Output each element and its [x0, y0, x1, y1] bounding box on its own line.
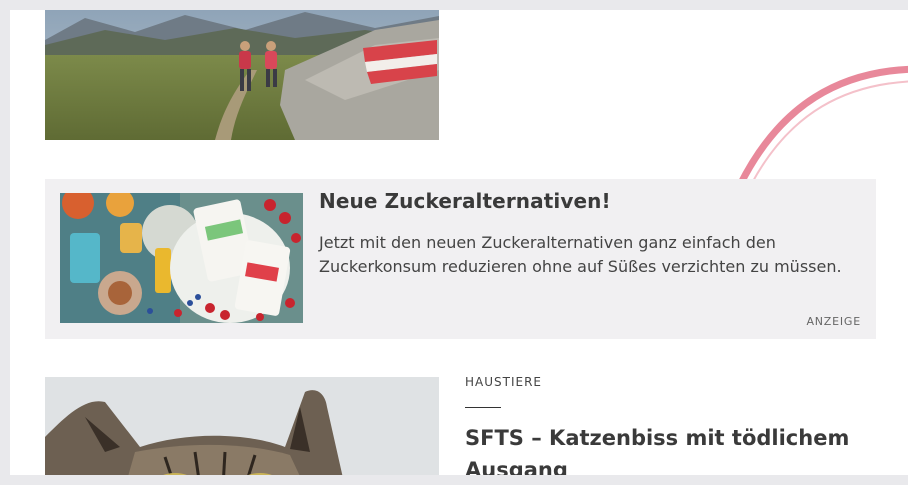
ad-label: ANZEIGE	[806, 315, 861, 328]
curved-arrow-icon	[736, 65, 908, 189]
hiking-photo	[45, 10, 439, 140]
ad-description[interactable]: Jetzt mit den neuen Zuckeralternativen g…	[319, 231, 859, 279]
article-image[interactable]	[45, 377, 439, 475]
page: Neue Zuckeralternativen! Jetzt mit den n…	[10, 10, 908, 475]
cat-photo	[45, 377, 439, 475]
article-title[interactable]: SFTS – Katzenbiss mit tödlichem Ausgang	[465, 422, 885, 475]
hiking-teaser-image[interactable]	[45, 10, 439, 140]
article-category[interactable]: HAUSTIERE	[465, 375, 542, 389]
sponsored-ad-card[interactable]: Neue Zuckeralternativen! Jetzt mit den n…	[45, 179, 876, 339]
category-divider	[465, 407, 501, 408]
ad-image[interactable]	[60, 193, 303, 323]
ad-title[interactable]: Neue Zuckeralternativen!	[319, 189, 611, 213]
sugar-products-photo	[60, 193, 303, 323]
